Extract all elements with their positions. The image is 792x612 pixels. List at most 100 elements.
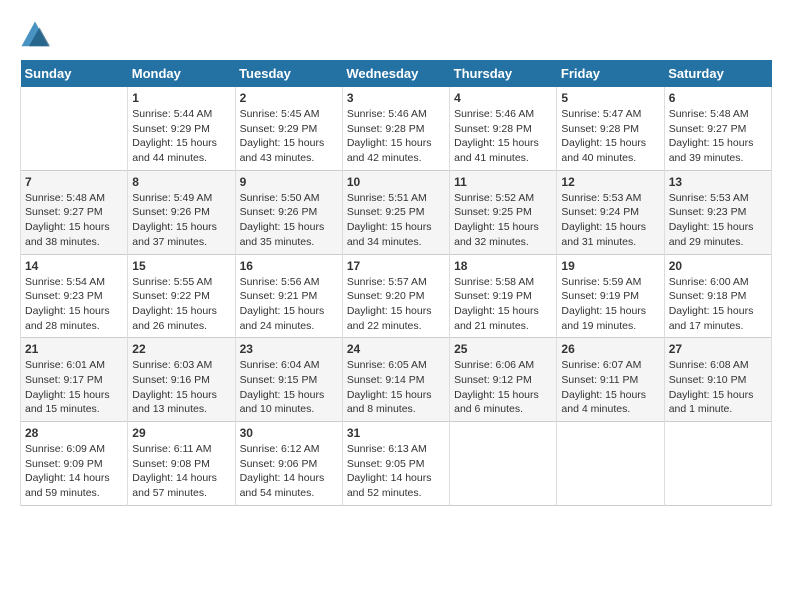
day-number: 9 [240,175,338,189]
day-number: 16 [240,259,338,273]
day-number: 7 [25,175,123,189]
calendar-cell: 16 Sunrise: 5:56 AMSunset: 9:21 PMDayligh… [235,254,342,338]
day-number: 3 [347,91,445,105]
cell-info: Sunrise: 5:54 AMSunset: 9:23 PMDaylight:… [25,275,123,334]
calendar-week-row: 1 Sunrise: 5:44 AMSunset: 9:29 PMDaylight… [21,87,772,170]
calendar-week-row: 7 Sunrise: 5:48 AMSunset: 9:27 PMDaylight… [21,170,772,254]
day-number: 15 [132,259,230,273]
cell-info: Sunrise: 6:04 AMSunset: 9:15 PMDaylight:… [240,358,338,417]
calendar-cell: 11 Sunrise: 5:52 AMSunset: 9:25 PMDayligh… [450,170,557,254]
calendar-cell: 2 Sunrise: 5:45 AMSunset: 9:29 PMDaylight… [235,87,342,170]
calendar-cell: 13 Sunrise: 5:53 AMSunset: 9:23 PMDayligh… [664,170,771,254]
calendar-cell: 26 Sunrise: 6:07 AMSunset: 9:11 PMDayligh… [557,338,664,422]
day-number: 28 [25,426,123,440]
cell-info: Sunrise: 5:53 AMSunset: 9:24 PMDaylight:… [561,191,659,250]
calendar-cell [450,422,557,506]
calendar-cell: 5 Sunrise: 5:47 AMSunset: 9:28 PMDaylight… [557,87,664,170]
cell-info: Sunrise: 5:45 AMSunset: 9:29 PMDaylight:… [240,107,338,166]
cell-info: Sunrise: 5:57 AMSunset: 9:20 PMDaylight:… [347,275,445,334]
day-number: 29 [132,426,230,440]
cell-info: Sunrise: 6:11 AMSunset: 9:08 PMDaylight:… [132,442,230,501]
logo [20,20,54,50]
calendar-cell: 28 Sunrise: 6:09 AMSunset: 9:09 PMDayligh… [21,422,128,506]
calendar-cell: 30Sunrise: 6:12 AMSunset: 9:06 PMDayligh… [235,422,342,506]
page-header [20,20,772,50]
calendar-cell: 1 Sunrise: 5:44 AMSunset: 9:29 PMDaylight… [128,87,235,170]
logo-icon [20,20,50,50]
calendar-cell: 29 Sunrise: 6:11 AMSunset: 9:08 PMDayligh… [128,422,235,506]
day-number: 6 [669,91,767,105]
day-number: 10 [347,175,445,189]
day-number: 19 [561,259,659,273]
calendar-cell: 18 Sunrise: 5:58 AMSunset: 9:19 PMDayligh… [450,254,557,338]
day-number: 24 [347,342,445,356]
day-number: 20 [669,259,767,273]
calendar-cell: 24 Sunrise: 6:05 AMSunset: 9:14 PMDayligh… [342,338,449,422]
day-number: 23 [240,342,338,356]
cell-info: Sunrise: 6:12 AMSunset: 9:06 PMDaylight:… [240,442,338,501]
calendar-cell: 19 Sunrise: 5:59 AMSunset: 9:19 PMDayligh… [557,254,664,338]
calendar-week-row: 21Sunrise: 6:01 AMSunset: 9:17 PMDayligh… [21,338,772,422]
calendar-cell: 6Sunrise: 5:48 AMSunset: 9:27 PMDaylight… [664,87,771,170]
calendar-cell: 27 Sunrise: 6:08 AMSunset: 9:10 PMDayligh… [664,338,771,422]
cell-info: Sunrise: 5:56 AMSunset: 9:21 PMDaylight:… [240,275,338,334]
calendar-cell [21,87,128,170]
cell-info: Sunrise: 6:13 AMSunset: 9:05 PMDaylight:… [347,442,445,501]
day-number: 2 [240,91,338,105]
cell-info: Sunrise: 5:46 AMSunset: 9:28 PMDaylight:… [347,107,445,166]
calendar-week-row: 28 Sunrise: 6:09 AMSunset: 9:09 PMDayligh… [21,422,772,506]
cell-info: Sunrise: 5:46 AMSunset: 9:28 PMDaylight:… [454,107,552,166]
day-number: 27 [669,342,767,356]
day-number: 11 [454,175,552,189]
calendar-table: SundayMondayTuesdayWednesdayThursdayFrid… [20,60,772,506]
cell-info: Sunrise: 5:53 AMSunset: 9:23 PMDaylight:… [669,191,767,250]
calendar-cell: 7 Sunrise: 5:48 AMSunset: 9:27 PMDaylight… [21,170,128,254]
calendar-cell: 8Sunrise: 5:49 AMSunset: 9:26 PMDaylight… [128,170,235,254]
cell-info: Sunrise: 5:58 AMSunset: 9:19 PMDaylight:… [454,275,552,334]
weekday-header-sunday: Sunday [21,60,128,87]
day-number: 31 [347,426,445,440]
cell-info: Sunrise: 6:08 AMSunset: 9:10 PMDaylight:… [669,358,767,417]
weekday-header-wednesday: Wednesday [342,60,449,87]
weekday-header-thursday: Thursday [450,60,557,87]
calendar-cell: 31 Sunrise: 6:13 AMSunset: 9:05 PMDayligh… [342,422,449,506]
cell-info: Sunrise: 6:00 AMSunset: 9:18 PMDaylight:… [669,275,767,334]
calendar-cell [557,422,664,506]
cell-info: Sunrise: 6:06 AMSunset: 9:12 PMDaylight:… [454,358,552,417]
day-number: 13 [669,175,767,189]
cell-info: Sunrise: 6:05 AMSunset: 9:14 PMDaylight:… [347,358,445,417]
cell-info: Sunrise: 6:09 AMSunset: 9:09 PMDaylight:… [25,442,123,501]
calendar-cell: 9Sunrise: 5:50 AMSunset: 9:26 PMDaylight… [235,170,342,254]
day-number: 1 [132,91,230,105]
cell-info: Sunrise: 6:07 AMSunset: 9:11 PMDaylight:… [561,358,659,417]
cell-info: Sunrise: 5:59 AMSunset: 9:19 PMDaylight:… [561,275,659,334]
calendar-cell: 4 Sunrise: 5:46 AMSunset: 9:28 PMDaylight… [450,87,557,170]
weekday-header-row: SundayMondayTuesdayWednesdayThursdayFrid… [21,60,772,87]
weekday-header-saturday: Saturday [664,60,771,87]
calendar-cell: 20 Sunrise: 6:00 AMSunset: 9:18 PMDayligh… [664,254,771,338]
day-number: 25 [454,342,552,356]
day-number: 17 [347,259,445,273]
weekday-header-friday: Friday [557,60,664,87]
day-number: 18 [454,259,552,273]
calendar-cell: 12 Sunrise: 5:53 AMSunset: 9:24 PMDayligh… [557,170,664,254]
calendar-cell: 14 Sunrise: 5:54 AMSunset: 9:23 PMDayligh… [21,254,128,338]
calendar-week-row: 14 Sunrise: 5:54 AMSunset: 9:23 PMDayligh… [21,254,772,338]
cell-info: Sunrise: 5:51 AMSunset: 9:25 PMDaylight:… [347,191,445,250]
cell-info: Sunrise: 5:55 AMSunset: 9:22 PMDaylight:… [132,275,230,334]
day-number: 5 [561,91,659,105]
cell-info: Sunrise: 5:49 AMSunset: 9:26 PMDaylight:… [132,191,230,250]
day-number: 21 [25,342,123,356]
day-number: 4 [454,91,552,105]
day-number: 14 [25,259,123,273]
day-number: 26 [561,342,659,356]
cell-info: Sunrise: 5:48 AMSunset: 9:27 PMDaylight:… [25,191,123,250]
cell-info: Sunrise: 6:03 AMSunset: 9:16 PMDaylight:… [132,358,230,417]
calendar-cell: 25 Sunrise: 6:06 AMSunset: 9:12 PMDayligh… [450,338,557,422]
day-number: 12 [561,175,659,189]
calendar-cell: 21Sunrise: 6:01 AMSunset: 9:17 PMDayligh… [21,338,128,422]
cell-info: Sunrise: 5:44 AMSunset: 9:29 PMDaylight:… [132,107,230,166]
weekday-header-monday: Monday [128,60,235,87]
cell-info: Sunrise: 5:47 AMSunset: 9:28 PMDaylight:… [561,107,659,166]
cell-info: Sunrise: 5:52 AMSunset: 9:25 PMDaylight:… [454,191,552,250]
